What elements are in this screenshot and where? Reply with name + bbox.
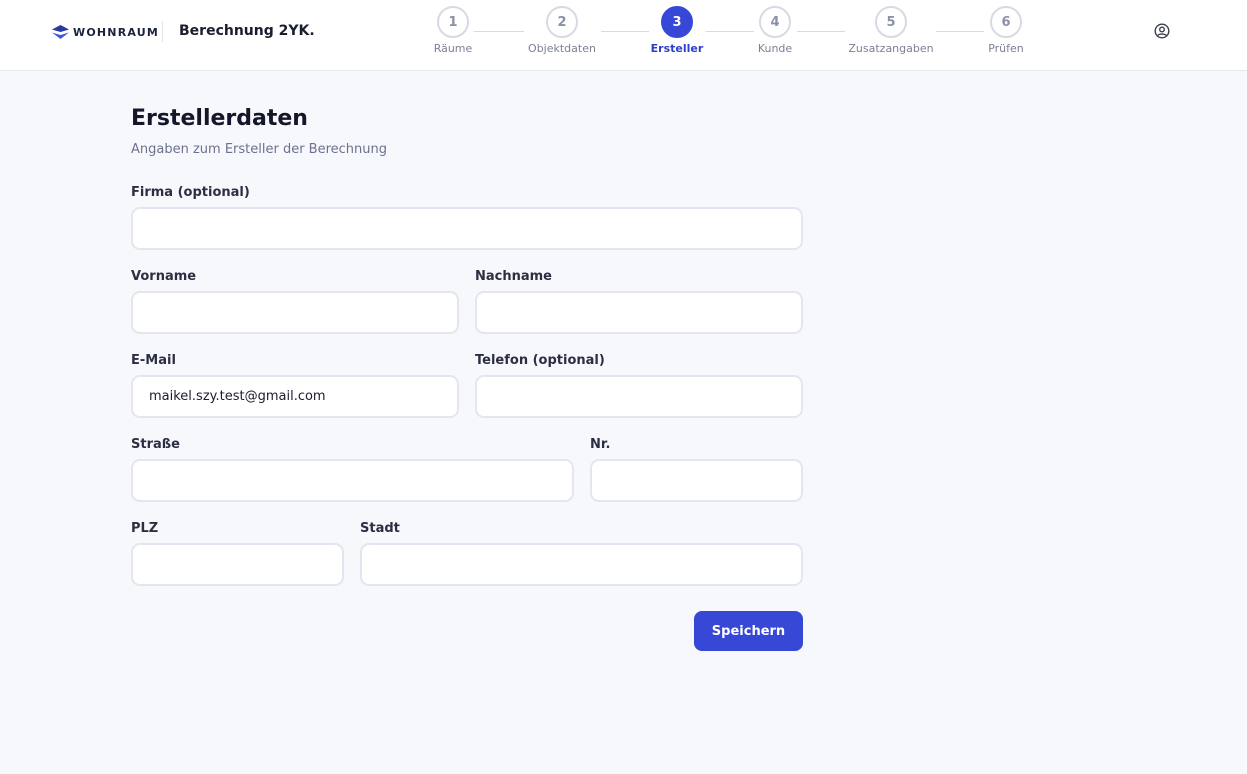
strasse-input[interactable] xyxy=(131,459,574,502)
nr-label: Nr. xyxy=(590,437,611,452)
page-subtitle: Angaben zum Ersteller der Berechnung xyxy=(131,142,388,157)
page-title: Erstellerdaten xyxy=(131,106,308,131)
step-objektdaten[interactable]: 2 Objektdaten xyxy=(517,6,607,56)
logo-text: WOHNRAUM xyxy=(73,25,160,39)
top-header: WOHNRAUM Berechnung 2YK... 1 Räume 2 Obj… xyxy=(0,0,1247,71)
step-ersteller[interactable]: 3 Ersteller xyxy=(632,6,722,56)
step-label: Kunde xyxy=(757,42,793,55)
firma-input[interactable] xyxy=(131,207,803,250)
email-label: E-Mail xyxy=(131,353,176,368)
nachname-input[interactable] xyxy=(475,291,803,334)
step-number: 5 xyxy=(875,6,907,38)
vorname-input[interactable] xyxy=(131,291,459,334)
stadt-label: Stadt xyxy=(360,521,400,536)
step-raeume[interactable]: 1 Räume xyxy=(408,6,498,56)
project-title: Berechnung 2YK... xyxy=(179,23,314,39)
step-label: Objektdaten xyxy=(528,42,596,55)
telefon-input[interactable] xyxy=(475,375,803,418)
strasse-label: Straße xyxy=(131,437,180,452)
email-input[interactable] xyxy=(131,375,459,418)
telefon-label: Telefon (optional) xyxy=(475,353,605,368)
step-label: Ersteller xyxy=(650,42,704,55)
stadt-input[interactable] xyxy=(360,543,803,586)
nr-input[interactable] xyxy=(590,459,803,502)
step-label: Zusatzangaben xyxy=(848,42,934,55)
step-number: 3 xyxy=(661,6,693,38)
nachname-label: Nachname xyxy=(475,269,553,284)
plz-input[interactable] xyxy=(131,543,344,586)
header-divider xyxy=(162,21,163,42)
save-button[interactable]: Speichern xyxy=(694,611,803,651)
user-circle-icon[interactable] xyxy=(1154,23,1170,39)
step-number: 2 xyxy=(546,6,578,38)
step-kunde[interactable]: 4 Kunde xyxy=(730,6,820,56)
step-number: 4 xyxy=(759,6,791,38)
step-number: 1 xyxy=(437,6,469,38)
wohnraum-logo-icon xyxy=(52,25,69,39)
step-number: 6 xyxy=(990,6,1022,38)
step-zusatzangaben[interactable]: 5 Zusatzangaben xyxy=(846,6,936,56)
step-pruefen[interactable]: 6 Prüfen xyxy=(961,6,1051,56)
logo[interactable]: WOHNRAUM xyxy=(52,22,159,42)
step-label: Räume xyxy=(433,42,473,55)
firma-label: Firma (optional) xyxy=(131,185,250,200)
plz-label: PLZ xyxy=(131,521,159,536)
vorname-label: Vorname xyxy=(131,269,197,284)
step-label: Prüfen xyxy=(988,42,1024,55)
